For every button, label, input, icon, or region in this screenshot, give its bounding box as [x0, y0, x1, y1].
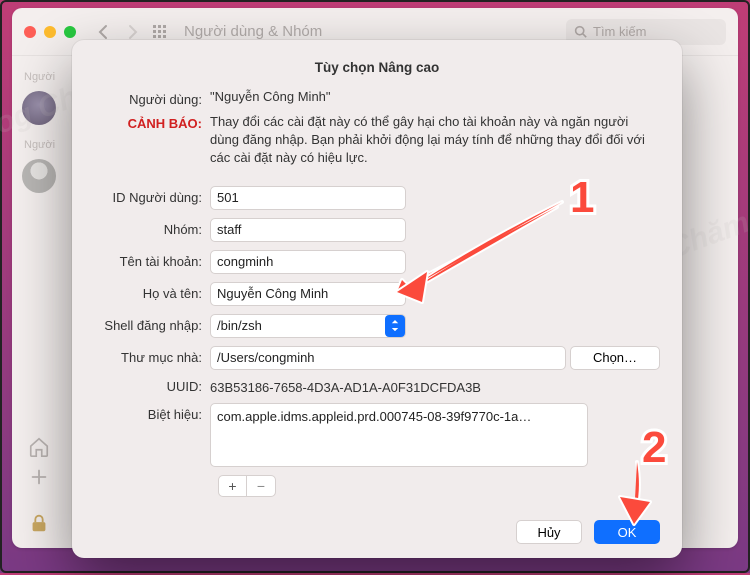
back-icon[interactable]: [94, 22, 114, 42]
lock-icon[interactable]: [28, 512, 50, 534]
userid-input[interactable]: [210, 186, 406, 210]
fullname-label: Họ và tên:: [94, 286, 210, 301]
add-alias-button[interactable]: +: [219, 476, 247, 496]
group-label: Nhóm:: [94, 222, 210, 237]
aliases-list[interactable]: com.apple.idms.appleid.prd.000745-08-39f…: [210, 403, 588, 467]
homedir-input[interactable]: [210, 346, 566, 370]
alias-buttons: + −: [218, 475, 276, 497]
search-icon: [574, 25, 587, 38]
shell-combo[interactable]: [210, 314, 406, 338]
cancel-button[interactable]: Hủy: [516, 520, 582, 544]
grid-icon[interactable]: [150, 22, 170, 42]
search-placeholder: Tìm kiếm: [593, 24, 646, 39]
warning-text: Thay đổi các cài đặt này có thể gây hại …: [210, 113, 660, 168]
account-name-input: [210, 250, 406, 274]
shell-dropdown-icon[interactable]: [385, 315, 405, 337]
shell-label: Shell đăng nhập:: [94, 318, 210, 333]
ok-button[interactable]: OK: [594, 520, 660, 544]
choose-button[interactable]: Chọn…: [570, 346, 660, 370]
sidebar-footer: [12, 448, 72, 548]
window-title: Người dùng & Nhóm: [184, 23, 322, 40]
window-controls: [24, 26, 76, 38]
user-label: Người dùng:: [94, 89, 210, 107]
aliases-label: Biệt hiệu:: [94, 403, 210, 422]
homedir-label: Thư mục nhà:: [94, 350, 210, 365]
close-window-icon[interactable]: [24, 26, 36, 38]
minimize-window-icon[interactable]: [44, 26, 56, 38]
userid-label: ID Người dùng:: [94, 190, 210, 205]
uuid-label: UUID:: [94, 379, 210, 394]
warning-label: CẢNH BÁO:: [94, 113, 210, 131]
user-value: "Nguyễn Công Minh": [210, 89, 660, 104]
plus-icon[interactable]: [28, 466, 50, 488]
uuid-value: 63B53186-7658-4D3A-AD1A-A0F31DCFDA3B: [210, 378, 481, 395]
fullname-input[interactable]: [210, 282, 406, 306]
remove-alias-button[interactable]: −: [247, 476, 275, 496]
avatar: [22, 91, 56, 125]
zoom-window-icon[interactable]: [64, 26, 76, 38]
home-icon[interactable]: [28, 436, 50, 458]
forward-icon[interactable]: [122, 22, 142, 42]
avatar: [22, 159, 56, 193]
sheet-title: Tùy chọn Nâng cao: [94, 60, 660, 75]
advanced-options-sheet: Tùy chọn Nâng cao Người dùng: "Nguyễn Cô…: [72, 40, 682, 558]
account-name-label: Tên tài khoản:: [94, 254, 210, 269]
group-input[interactable]: [210, 218, 406, 242]
